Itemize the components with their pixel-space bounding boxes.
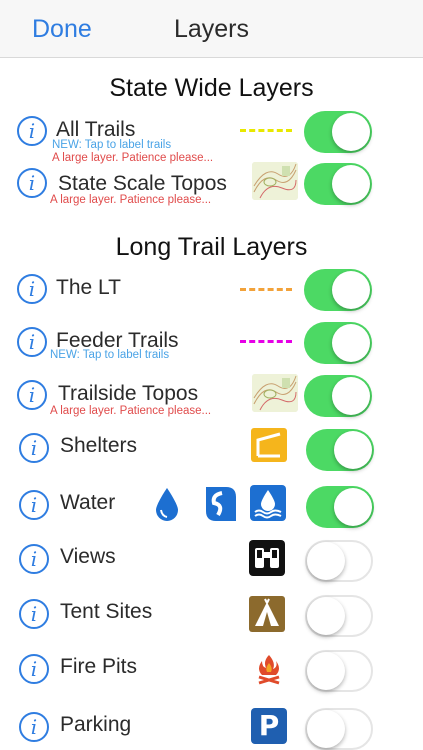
state-topos-toggle[interactable] xyxy=(304,163,372,205)
info-icon[interactable]: i xyxy=(19,544,49,574)
layer-row-all-trails: i All Trails NEW: Tap to label trails A … xyxy=(0,108,423,164)
binoculars-icon xyxy=(249,540,285,581)
layer-label: Water xyxy=(60,491,116,514)
water-drop-icon xyxy=(153,486,181,527)
trail-line-swatch-icon xyxy=(240,288,292,291)
toggle-knob xyxy=(332,324,370,362)
section-heading-state-wide: State Wide Layers xyxy=(109,74,314,102)
layer-row-the-lt: i The LT xyxy=(0,264,423,316)
toggle-knob xyxy=(332,165,370,203)
layer-label: Trailside Topos xyxy=(58,382,199,405)
topo-map-icon xyxy=(252,374,298,412)
toggle-knob xyxy=(334,488,372,526)
layer-note-large: A large layer. Patience please... xyxy=(50,405,212,417)
shelter-icon xyxy=(251,428,287,467)
info-icon[interactable]: i xyxy=(17,168,47,198)
info-icon[interactable]: i xyxy=(19,599,49,629)
layer-row-feeder-trails: i Feeder Trails NEW: Tap to label trails xyxy=(0,319,423,371)
info-icon[interactable]: i xyxy=(17,274,47,304)
layer-note-new: NEW: Tap to label trails xyxy=(52,139,172,151)
info-icon[interactable]: i xyxy=(19,433,49,463)
toggle-knob xyxy=(307,597,345,635)
layer-note-new: NEW: Tap to label trails xyxy=(50,349,170,361)
layer-label: Views xyxy=(60,545,116,568)
toggle-knob xyxy=(332,113,370,151)
layer-row-tent-sites: i Tent Sites xyxy=(0,593,423,645)
shelters-toggle[interactable] xyxy=(306,429,374,471)
layer-label: Parking xyxy=(60,713,132,736)
parking-toggle[interactable] xyxy=(305,708,373,750)
info-icon[interactable]: i xyxy=(19,654,49,684)
trail-line-swatch-icon xyxy=(240,340,292,343)
info-icon[interactable]: i xyxy=(19,712,49,742)
views-toggle[interactable] xyxy=(305,540,373,582)
layer-label: Shelters xyxy=(60,434,138,457)
info-icon[interactable]: i xyxy=(17,380,47,410)
layer-row-shelters: i Shelters xyxy=(0,424,423,476)
tent-sites-toggle[interactable] xyxy=(305,595,373,637)
toggle-knob xyxy=(307,542,345,580)
layer-label: State Scale Topos xyxy=(58,172,227,195)
topo-map-icon xyxy=(252,162,298,200)
all-trails-toggle[interactable] xyxy=(304,111,372,153)
layer-label: Fire Pits xyxy=(60,655,138,678)
feeder-trails-toggle[interactable] xyxy=(304,322,372,364)
layer-row-trailside-topos: i Trailside Topos A large layer. Patienc… xyxy=(0,372,423,424)
toggle-knob xyxy=(334,431,372,469)
campfire-icon xyxy=(256,653,282,690)
toggle-knob xyxy=(307,710,345,748)
fire-pits-toggle[interactable] xyxy=(305,650,373,692)
toggle-knob xyxy=(307,652,345,690)
water-toggle[interactable] xyxy=(306,486,374,528)
toggle-knob xyxy=(332,377,370,415)
layer-row-views: i Views xyxy=(0,538,423,590)
layer-label: Tent Sites xyxy=(60,600,153,623)
info-icon[interactable]: i xyxy=(17,327,47,357)
layer-note-large: A large layer. Patience please... xyxy=(50,194,212,206)
tent-icon xyxy=(249,596,285,637)
the-lt-toggle[interactable] xyxy=(304,269,372,311)
spring-icon xyxy=(200,485,238,528)
layer-row-fire-pits: i Fire Pits xyxy=(0,648,423,700)
trailside-topos-toggle[interactable] xyxy=(304,375,372,417)
layer-label: The LT xyxy=(56,276,121,299)
navigation-bar: Done Layers xyxy=(0,0,423,58)
parking-letter: P xyxy=(258,709,280,742)
layer-row-state-topos: i State Scale Topos A large layer. Patie… xyxy=(0,160,423,212)
info-icon[interactable]: i xyxy=(19,490,49,520)
info-icon[interactable]: i xyxy=(17,116,47,146)
parking-icon: P xyxy=(251,708,287,744)
trail-line-swatch-icon xyxy=(240,129,292,132)
layer-row-parking: i Parking P xyxy=(0,704,423,750)
water-source-icon xyxy=(250,485,286,526)
toggle-knob xyxy=(332,271,370,309)
page-title: Layers xyxy=(173,15,250,43)
layer-row-water: i Water xyxy=(0,482,423,534)
section-heading-long-trail: Long Trail Layers xyxy=(115,233,308,261)
